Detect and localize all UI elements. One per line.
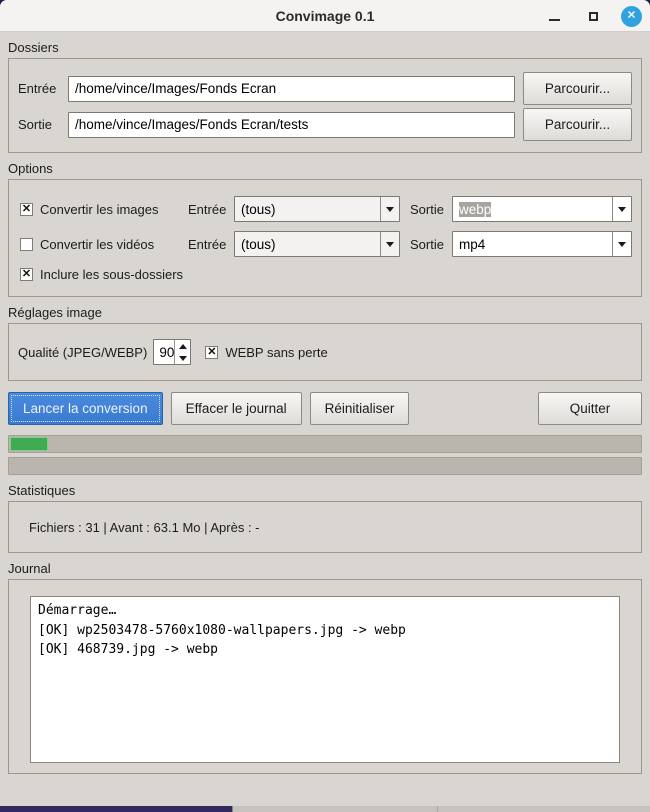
clear-log-button[interactable]: Effacer le journal (171, 392, 302, 425)
section-label-reglages: Réglages image (8, 305, 642, 320)
reset-button[interactable]: Réinitialiser (310, 392, 410, 425)
spin-down-button[interactable] (175, 352, 190, 364)
webp-lossless-label: WEBP sans perte (225, 345, 327, 360)
convert-images-label: Convertir les images (40, 202, 188, 217)
chevron-down-icon[interactable] (612, 197, 631, 221)
videos-output-format-select[interactable]: mp4 (452, 231, 632, 257)
quality-stepper[interactable]: 90 (153, 339, 191, 365)
entree-label: Entrée (18, 81, 68, 96)
spinner-arrows (174, 340, 190, 364)
start-conversion-button[interactable]: Lancer la conversion (8, 392, 163, 425)
images-sortie-label: Sortie (410, 202, 452, 217)
quality-label: Qualité (JPEG/WEBP) (18, 345, 147, 360)
browse-entree-button[interactable]: Parcourir... (523, 72, 632, 105)
browse-sortie-button[interactable]: Parcourir... (523, 108, 632, 141)
videos-option-row: Convertir les vidéos Entrée (tous) Sorti… (20, 231, 632, 257)
section-label-options: Options (8, 161, 642, 176)
main-content: Dossiers Entrée Parcourir... Sortie Parc… (0, 40, 650, 774)
log-line: Démarrage… (38, 601, 612, 621)
arrow-down-icon (179, 356, 187, 361)
journal-frame: Démarrage… [OK] wp2503478-5760x1080-wall… (8, 579, 642, 774)
stats-text: Fichiers : 31 | Avant : 63.1 Mo | Après … (29, 520, 260, 535)
titlebar[interactable]: Convimage 0.1 ✕ (0, 0, 650, 32)
convert-videos-label: Convertir les vidéos (40, 237, 188, 252)
dossiers-frame: Entrée Parcourir... Sortie Parcourir... (8, 58, 642, 153)
include-subdirs-checkbox[interactable] (20, 268, 33, 281)
images-input-format-value: (tous) (235, 197, 380, 221)
images-input-format-select[interactable]: (tous) (234, 196, 400, 222)
videos-sortie-label: Sortie (410, 237, 452, 252)
sortie-row: Sortie Parcourir... (18, 108, 632, 141)
current-file-progressbar (8, 435, 642, 453)
videos-input-format-select[interactable]: (tous) (234, 231, 400, 257)
window-title: Convimage 0.1 (276, 8, 375, 24)
minimize-icon (549, 19, 560, 21)
arrow-up-icon (179, 344, 187, 349)
close-button[interactable]: ✕ (621, 6, 642, 27)
webp-lossless-checkbox[interactable] (205, 346, 218, 359)
reglages-frame: Qualité (JPEG/WEBP) 90 WEBP sans perte (8, 323, 642, 381)
log-line: [OK] wp2503478-5760x1080-wallpapers.jpg … (38, 621, 612, 641)
images-option-row: Convertir les images Entrée (tous) Sorti… (20, 196, 632, 222)
quit-button[interactable]: Quitter (538, 392, 642, 425)
chevron-down-icon[interactable] (612, 232, 631, 256)
quality-value[interactable]: 90 (154, 340, 174, 364)
sortie-path-input[interactable] (68, 112, 515, 138)
entree-row: Entrée Parcourir... (18, 72, 632, 105)
images-output-format-value: webp (453, 197, 612, 221)
progress-fill (10, 437, 48, 451)
convert-images-checkbox[interactable] (20, 203, 33, 216)
convert-videos-checkbox[interactable] (20, 238, 33, 251)
images-output-format-select[interactable]: webp (452, 196, 632, 222)
entree-path-input[interactable] (68, 76, 515, 102)
action-button-row: Lancer la conversion Effacer le journal … (8, 392, 642, 425)
taskbar-active-segment (0, 806, 232, 812)
videos-input-format-value: (tous) (235, 232, 380, 256)
stats-frame: Fichiers : 31 | Avant : 63.1 Mo | Après … (8, 501, 642, 553)
chevron-down-icon[interactable] (380, 197, 399, 221)
section-label-dossiers: Dossiers (8, 40, 642, 55)
include-subdirs-label: Inclure les sous-dossiers (40, 267, 188, 282)
chevron-down-icon[interactable] (380, 232, 399, 256)
log-line: [OK] 468739.jpg -> webp (38, 640, 612, 660)
taskbar-divider (437, 806, 438, 812)
section-label-statistiques: Statistiques (8, 483, 642, 498)
images-entree-label: Entrée (188, 202, 234, 217)
taskbar-edge (0, 806, 650, 812)
window-controls: ✕ (543, 0, 642, 32)
app-window: Convimage 0.1 ✕ Dossiers Entrée Parcouri… (0, 0, 650, 806)
videos-entree-label: Entrée (188, 237, 234, 252)
sortie-label: Sortie (18, 117, 68, 132)
options-frame: Convertir les images Entrée (tous) Sorti… (8, 179, 642, 297)
maximize-icon (589, 12, 598, 21)
minimize-button[interactable] (543, 5, 565, 27)
taskbar-divider (232, 806, 233, 812)
videos-output-format-value: mp4 (453, 232, 612, 256)
spin-up-button[interactable] (175, 340, 190, 352)
section-label-journal: Journal (8, 561, 642, 576)
overall-progressbar (8, 457, 642, 475)
log-textarea[interactable]: Démarrage… [OK] wp2503478-5760x1080-wall… (30, 596, 620, 763)
close-icon: ✕ (627, 10, 636, 21)
subdirs-option-row: Inclure les sous-dossiers (20, 266, 632, 282)
maximize-button[interactable] (582, 5, 604, 27)
